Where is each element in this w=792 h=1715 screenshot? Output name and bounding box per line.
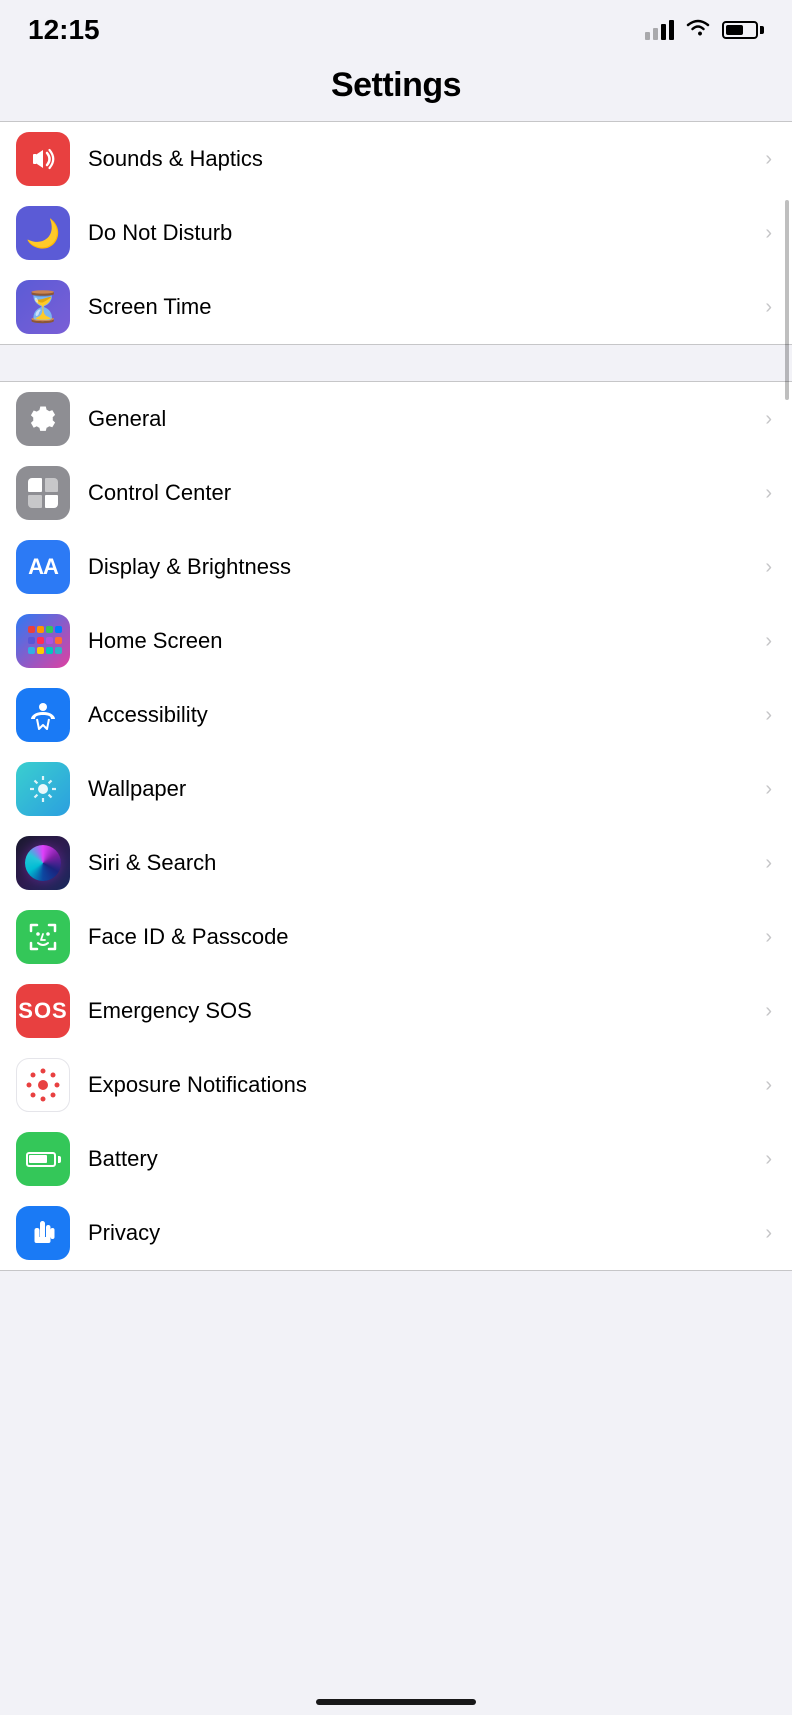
home-indicator [316,1699,476,1705]
exposure-notifications-label: Exposure Notifications [88,1072,757,1098]
sidebar-item-display-brightness[interactable]: AA Display & Brightness › [0,530,792,604]
wallpaper-label: Wallpaper [88,776,757,802]
do-not-disturb-label: Do Not Disturb [88,220,757,246]
control-center-icon [16,466,70,520]
page-header: Settings [0,56,792,121]
do-not-disturb-icon: 🌙 [16,206,70,260]
battery-label: Battery [88,1146,757,1172]
section-gap-1 [0,345,792,381]
chevron-icon: › [765,1074,772,1097]
sounds-haptics-label: Sounds & Haptics [88,146,757,172]
signal-icon [645,20,674,40]
chevron-icon: › [765,926,772,949]
sidebar-item-do-not-disturb[interactable]: 🌙 Do Not Disturb › [0,196,792,270]
control-center-label: Control Center [88,480,757,506]
sidebar-item-privacy[interactable]: Privacy › [0,1196,792,1270]
settings-group-2: General › Control Center › AA Display & … [0,381,792,1271]
sidebar-item-sounds-haptics[interactable]: Sounds & Haptics › [0,122,792,196]
sidebar-item-screen-time[interactable]: ⏳ Screen Time › [0,270,792,344]
sidebar-item-exposure-notifications[interactable]: Exposure Notifications › [0,1048,792,1122]
general-icon [16,392,70,446]
chevron-icon: › [765,148,772,171]
chevron-icon: › [765,778,772,801]
home-screen-icon [16,614,70,668]
siri-search-icon [16,836,70,890]
home-screen-label: Home Screen [88,628,757,654]
display-brightness-label: Display & Brightness [88,554,757,580]
chevron-icon: › [765,704,772,727]
status-time: 12:15 [28,14,100,46]
emergency-sos-icon: SOS [16,984,70,1038]
sidebar-item-accessibility[interactable]: Accessibility › [0,678,792,752]
siri-search-label: Siri & Search [88,850,757,876]
display-brightness-icon: AA [16,540,70,594]
wallpaper-icon [16,762,70,816]
sidebar-item-home-screen[interactable]: Home Screen › [0,604,792,678]
chevron-icon: › [765,1148,772,1171]
accessibility-icon [16,688,70,742]
sounds-haptics-icon [16,132,70,186]
wifi-icon [684,16,712,44]
emergency-sos-label: Emergency SOS [88,998,757,1024]
chevron-icon: › [765,852,772,875]
face-id-label: Face ID & Passcode [88,924,757,950]
chevron-icon: › [765,1000,772,1023]
screen-time-label: Screen Time [88,294,757,320]
accessibility-label: Accessibility [88,702,757,728]
general-label: General [88,406,757,432]
battery-icon [16,1132,70,1186]
sidebar-item-general[interactable]: General › [0,382,792,456]
chevron-icon: › [765,1222,772,1245]
privacy-label: Privacy [88,1220,757,1246]
sidebar-item-emergency-sos[interactable]: SOS Emergency SOS › [0,974,792,1048]
status-bar: 12:15 [0,0,792,56]
face-id-icon [16,910,70,964]
sidebar-item-wallpaper[interactable]: Wallpaper › [0,752,792,826]
sidebar-item-siri-search[interactable]: Siri & Search › [0,826,792,900]
chevron-icon: › [765,482,772,505]
chevron-icon: › [765,556,772,579]
chevron-icon: › [765,408,772,431]
page-title: Settings [0,66,792,105]
privacy-icon [16,1206,70,1260]
sidebar-item-face-id[interactable]: Face ID & Passcode › [0,900,792,974]
settings-group-1: Sounds & Haptics › 🌙 Do Not Disturb › ⏳ … [0,121,792,345]
status-icons [645,16,764,44]
screen-time-icon: ⏳ [16,280,70,334]
chevron-icon: › [765,296,772,319]
sidebar-item-control-center[interactable]: Control Center › [0,456,792,530]
chevron-icon: › [765,222,772,245]
battery-status-icon [722,21,764,39]
chevron-icon: › [765,630,772,653]
scroll-indicator[interactable] [785,200,789,400]
exposure-notifications-icon [16,1058,70,1112]
sidebar-item-battery[interactable]: Battery › [0,1122,792,1196]
